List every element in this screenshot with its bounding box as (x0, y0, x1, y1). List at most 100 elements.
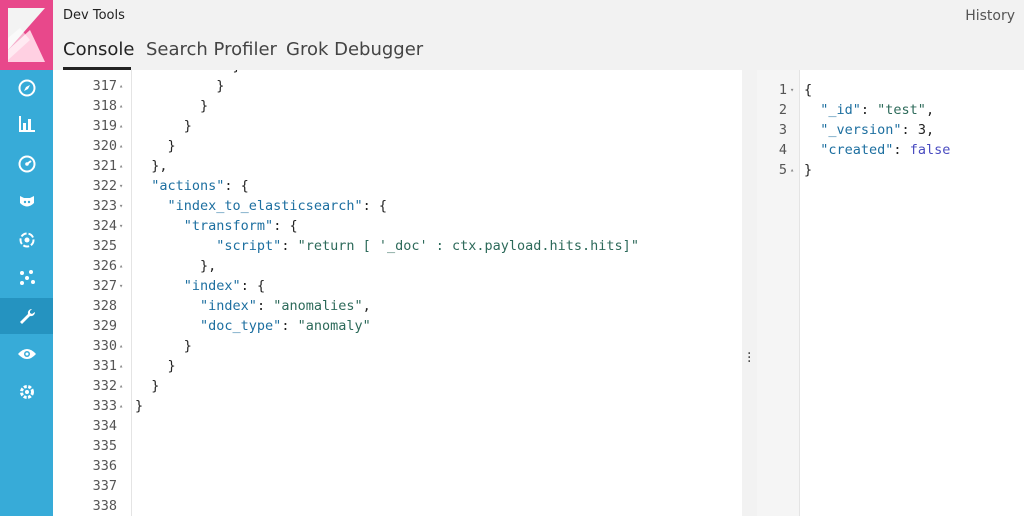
line-number: 337 (92, 478, 117, 494)
line-number: 329 (92, 318, 117, 334)
discover-icon[interactable] (0, 70, 53, 106)
editor-line[interactable]: 332 ▴ } (53, 376, 742, 396)
editor-line[interactable]: 324 ▾ "transform": { (53, 216, 742, 236)
console-editor[interactable]: 316 }317▴ }318▴ }319▴ }320▴ }321▴ },322▾… (53, 70, 742, 516)
management-icon[interactable] (0, 374, 53, 410)
line-number: 335 (92, 438, 117, 454)
line-number: 325 (92, 238, 117, 254)
output-line[interactable]: 4 "created": false (757, 140, 1024, 160)
app-header: Dev Tools History Console Search Profile… (53, 0, 1024, 70)
output-line[interactable]: 1 ▾ { (757, 80, 1024, 100)
editor-line[interactable]: 328 "index": "anomalies", (53, 296, 742, 316)
editor-line[interactable]: 338 (53, 496, 742, 516)
fold-close-icon[interactable]: ▴ (119, 76, 123, 96)
fold-open-icon[interactable]: ▾ (790, 80, 794, 100)
kibana-logo[interactable] (0, 0, 53, 70)
editor-line[interactable]: 337 (53, 476, 742, 496)
fold-open-icon[interactable]: ▾ (119, 276, 123, 296)
graph-icon[interactable] (0, 259, 53, 295)
history-link[interactable]: History (965, 8, 1015, 24)
editor-line[interactable]: 335 (53, 436, 742, 456)
editor-line[interactable]: 319 ▴ } (53, 116, 742, 136)
pane-resizer[interactable] (742, 70, 757, 516)
line-number: 332 (92, 378, 117, 394)
code-text: }, (135, 258, 217, 274)
editor-line[interactable]: 323 ▾ "index_to_elasticsearch": { (53, 196, 742, 216)
tab-console[interactable]: Console (63, 39, 134, 60)
editor-line[interactable]: 330 ▴ } (53, 336, 742, 356)
code-text: { (804, 82, 813, 98)
output-line[interactable]: 3 "_version": 3, (757, 120, 1024, 140)
code-text: "_id": "test", (820, 102, 935, 118)
editor-line[interactable]: 320 ▴ } (53, 136, 742, 156)
fold-close-icon[interactable]: ▴ (119, 376, 123, 396)
line-number: 319 (92, 118, 117, 134)
code-text: "doc_type": "anomaly" (200, 318, 371, 334)
code-text: "index_to_elasticsearch": { (167, 198, 387, 214)
line-number: 331 (92, 358, 117, 374)
line-number: 324 (92, 218, 117, 234)
fold-close-icon[interactable]: ▴ (119, 336, 123, 356)
fold-close-icon[interactable]: ▴ (119, 156, 123, 176)
fold-close-icon[interactable]: ▴ (119, 116, 123, 136)
code-text: } (135, 358, 176, 374)
output-line[interactable]: 2 "_id": "test", (757, 100, 1024, 120)
line-number: 330 (92, 338, 117, 354)
line-number: 2 (778, 102, 787, 118)
visualize-icon[interactable] (0, 106, 53, 142)
line-number: 318 (92, 98, 117, 114)
line-number: 326 (92, 258, 117, 274)
editor-line[interactable]: 322 ▾ "actions": { (53, 176, 742, 196)
line-number: 333 (92, 398, 117, 414)
editor-line[interactable]: 327 ▾ "index": { (53, 276, 742, 296)
tab-search-profiler[interactable]: Search Profiler (146, 39, 277, 60)
editor-line[interactable]: 321 ▴ }, (53, 156, 742, 176)
dashboard-icon[interactable] (0, 146, 53, 182)
resize-handle-icon[interactable]: · · · (747, 347, 751, 369)
code-text: } (135, 118, 192, 134)
fold-close-icon[interactable]: ▴ (119, 396, 123, 416)
code-text: }, (135, 158, 168, 174)
fold-open-icon[interactable]: ▾ (119, 176, 123, 196)
fold-close-icon[interactable]: ▴ (119, 356, 123, 376)
timelion-icon[interactable] (0, 184, 53, 220)
output-line[interactable]: 5 ▴} (757, 160, 1024, 180)
code-text: } (135, 398, 144, 414)
editor-line[interactable]: 336 (53, 456, 742, 476)
editor-line[interactable]: 333 ▴} (53, 396, 742, 416)
editor-line[interactable]: 318 ▴ } (53, 96, 742, 116)
fold-close-icon[interactable]: ▴ (119, 96, 123, 116)
editor-line[interactable]: 326 ▴ }, (53, 256, 742, 276)
machine-learning-icon[interactable] (0, 222, 53, 258)
line-number: 321 (92, 158, 117, 174)
editor-line[interactable]: 334 (53, 416, 742, 436)
fold-close-icon[interactable]: ▴ (790, 160, 794, 180)
code-text: } (135, 338, 192, 354)
code-text: "transform": { (183, 218, 298, 234)
fold-close-icon[interactable]: ▴ (119, 136, 123, 156)
response-output[interactable]: 1 ▾{2 "_id": "test", 3 "_version": 3, 4 "cr… (757, 70, 1024, 516)
tab-grok-debugger[interactable]: Grok Debugger (286, 39, 423, 60)
line-number: 1 (778, 82, 787, 98)
editor-line[interactable]: 317 ▴ } (53, 76, 742, 96)
dev-tools-icon[interactable] (0, 298, 53, 334)
editor-line[interactable]: 329 "doc_type": "anomaly" (53, 316, 742, 336)
editor-line[interactable]: 325 "script": "return [ '_doc' : ctx.pay… (53, 236, 742, 256)
code-text: "index": "anomalies", (200, 298, 371, 314)
fold-open-icon[interactable]: ▾ (119, 216, 123, 236)
fold-open-icon[interactable]: ▾ (119, 196, 123, 216)
code-text: } (135, 378, 160, 394)
code-text: } (804, 162, 813, 178)
line-number: 336 (92, 458, 117, 474)
monitoring-icon[interactable] (0, 336, 53, 372)
code-text: } (135, 138, 176, 154)
line-number: 4 (778, 142, 787, 158)
fold-close-icon[interactable]: ▴ (119, 256, 123, 276)
line-number: 5 (778, 162, 787, 178)
line-number: 322 (92, 178, 117, 194)
line-number: 323 (92, 198, 117, 214)
code-text: } (135, 98, 209, 114)
line-number: 334 (92, 418, 117, 434)
editor-line[interactable]: 331 ▴ } (53, 356, 742, 376)
code-text: "script": "return [ '_doc' : ctx.payload… (216, 238, 639, 254)
